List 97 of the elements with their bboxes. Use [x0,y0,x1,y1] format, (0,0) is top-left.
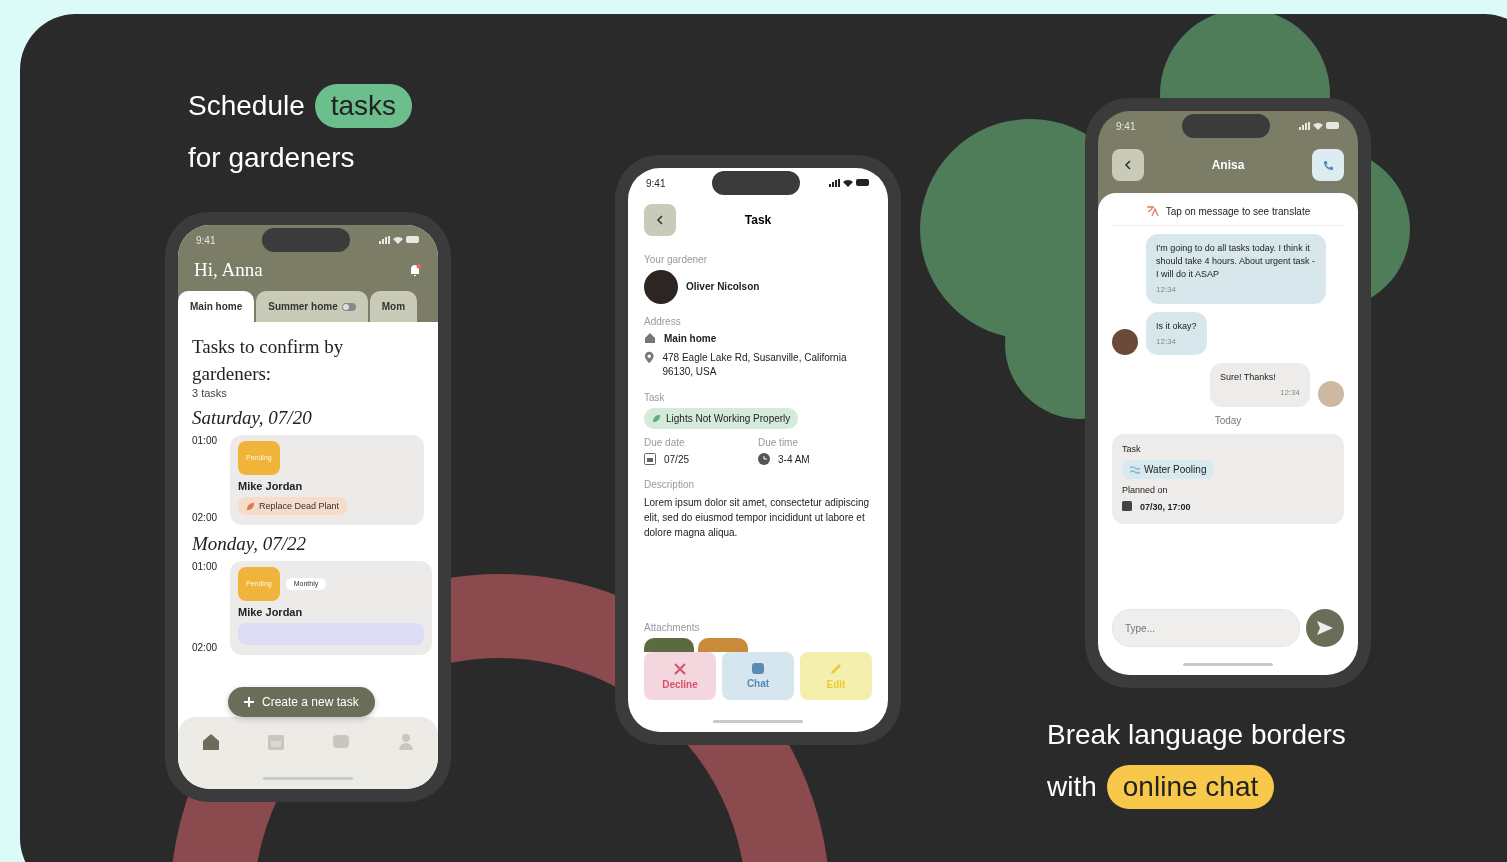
message-bubble[interactable]: I'm going to do all tasks today. I think it should take 4 hours. About urgent task - I will do it ASAP 12:34 [1146,234,1326,304]
battery-icon [406,236,420,243]
location-pin-icon [644,350,655,364]
headline-text: with [1047,771,1097,803]
home-name: Main home [664,332,717,346]
toggle-icon [341,302,356,311]
home-tab[interactable]: Main home [178,291,255,322]
start-time: 01:00 [192,435,219,447]
clock-icon [758,452,770,465]
field-label: Description [644,479,696,490]
task-count: 3 tasks [192,387,228,400]
greeting: Hi, Anna [194,259,263,281]
leaf-icon [246,501,255,511]
section-heading: Tasks to confirm by gardeners: [192,335,345,386]
task-card[interactable]: Task Water Pooling Planned on 07/30, 17:00 [1112,434,1344,525]
headline-highlight: online chat [1106,765,1275,809]
message-bubble[interactable]: Is it okay? 12:34 [1146,311,1207,356]
task-tag: Replace Dead Plant [238,497,348,516]
photo-placeholder[interactable] [698,638,748,652]
battery-icon [856,179,870,186]
headline-text: for gardeners [188,142,356,174]
day-heading: Monday, 07/22 [192,533,307,556]
field-label: Due date [644,436,686,448]
wifi-icon [843,179,853,187]
bell-icon [408,263,422,277]
create-task-button[interactable]: Create a new task [228,687,375,717]
headline-text: Schedule [188,90,305,122]
send-icon [1317,621,1333,635]
field-label: Planned on [1122,485,1168,495]
field-label: Address [644,316,682,327]
pencil-icon [830,662,842,675]
call-button[interactable] [1312,149,1344,181]
calendar-icon [1122,501,1132,511]
end-time: 02:00 [192,512,219,524]
due-time: 3-4 AM [778,452,810,467]
start-time: 01:00 [192,561,219,573]
message-time: 12:34 [1279,387,1300,399]
message-text: Is it okay? [1156,319,1197,333]
avatar [1112,329,1138,356]
chat-icon [752,663,764,674]
headline-highlight: tasks [314,84,413,128]
screen-title: Task [743,213,773,227]
calendar-icon [644,452,656,465]
back-button[interactable] [1112,149,1144,181]
avatar [1318,381,1344,407]
water-icon [1130,464,1140,475]
message-text: I'm going to do all tasks today. I think it should take 4 hours. About urgent task - I will do it ASAP [1156,242,1316,282]
wifi-icon [393,236,403,244]
send-button[interactable] [1306,609,1344,647]
task-tag: Water Pooling [1122,460,1215,479]
message-text: Sure! Thanks! [1220,371,1277,385]
status-time: 9:41 [1116,120,1137,132]
gardener-name: Oliver Nicolson [686,279,760,294]
status-time: 9:41 [196,234,217,246]
photo-placeholder[interactable] [644,638,694,652]
status-time: 9:41 [646,177,667,189]
field-label: Task [644,391,666,403]
contact-name: Anisa [1211,158,1245,172]
calendar-icon [265,732,286,752]
back-button[interactable] [644,204,676,236]
home-icon [200,732,221,752]
leaf-icon [652,413,661,423]
signal-icon [1299,122,1310,130]
chevron-left-icon [656,215,664,225]
battery-icon [1326,122,1340,129]
close-icon [674,662,686,675]
translate-icon [1145,205,1160,217]
signal-icon [379,236,390,244]
avatar [644,270,678,304]
field-label: Due time [758,436,799,448]
plus-icon [244,697,254,707]
home-tab[interactable]: Summer home [256,291,368,322]
field-label: Your gardener [644,254,708,265]
date-separator: Today [1213,415,1243,426]
wifi-icon [1313,122,1323,130]
gardener-name: Mike Jordan [238,606,303,619]
due-date: 07/25 [664,452,690,467]
house-icon [644,332,656,344]
message-bubble[interactable]: Sure! Thanks! 12:34 [1210,363,1310,407]
gardener-name: Mike Jordan [238,480,303,493]
chevron-left-icon [1124,160,1132,170]
field-label: Attachments [644,622,701,633]
task-tag: Lights Not Working Properly [644,407,799,429]
headline-text: Break language borders [1047,719,1346,751]
translate-hint: Tap on message to see translate [1165,205,1311,217]
message-input-field[interactable]: Type... [1112,609,1300,647]
description: Lorem ipsum dolor sit amet, consectetur adipiscing elit, sed do eiusmod tempor incididunt ut labore et dolore magna aliqua. [644,496,871,540]
message-time: 12:34 [1156,284,1178,296]
address: 478 Eagle Lake Rd, Susanville, California 96130, USA [662,350,848,379]
home-tab[interactable]: Mom [369,291,418,322]
planned-date: 07/30, 17:00 [1140,501,1191,514]
phone-icon [1322,159,1334,171]
message-time: 12:34 [1156,335,1178,348]
day-heading: Saturday, 07/20 [192,407,313,430]
end-time: 02:00 [192,642,219,654]
field-label: Task [1122,444,1141,454]
signal-icon [829,179,840,187]
